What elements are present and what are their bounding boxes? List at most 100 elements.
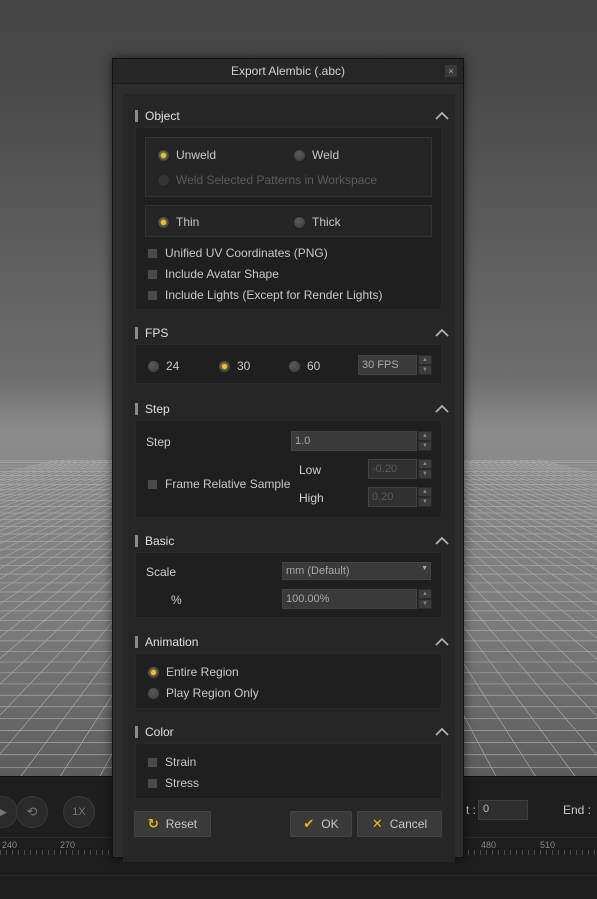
chevron-up-icon[interactable]: [434, 326, 450, 340]
checkbox-label: Include Lights (Except for Render Lights…: [165, 288, 383, 302]
radio-unweld[interactable]: Unweld: [157, 148, 216, 162]
section-header-basic[interactable]: Basic: [123, 530, 455, 552]
section-header-fps[interactable]: FPS: [123, 322, 455, 344]
high-value: 0.20: [368, 487, 417, 507]
section-header-color[interactable]: Color: [123, 721, 455, 743]
section-title: FPS: [145, 326, 169, 340]
checkbox-frame-relative[interactable]: Frame Relative Sample: [147, 477, 290, 491]
radio-thick[interactable]: Thick: [293, 215, 341, 229]
close-icon: ✕: [371, 816, 383, 831]
section-title: Animation: [145, 635, 199, 649]
divider: [0, 875, 597, 876]
ruler-tick-label: 240: [2, 840, 18, 850]
high-stepper: 0.20 ▲ ▼: [368, 487, 432, 507]
checkbox-label: Strain: [165, 755, 197, 769]
radio-label: 60: [307, 359, 321, 373]
chevron-up-icon[interactable]: [434, 534, 450, 548]
checkbox-unified-uv[interactable]: Unified UV Coordinates (PNG): [147, 246, 328, 260]
ruler-tick-label: 510: [540, 840, 556, 850]
percent-stepper[interactable]: 100.00% ▲ ▼: [282, 589, 432, 609]
chevron-up-icon[interactable]: [434, 635, 450, 649]
cancel-button[interactable]: ✕ Cancel: [357, 811, 442, 837]
fps-value[interactable]: 30 FPS: [358, 355, 417, 375]
radio-label: Weld: [312, 148, 340, 162]
checkbox-include-lights[interactable]: Include Lights (Except for Render Lights…: [147, 288, 382, 302]
arrow-down-icon[interactable]: ▼: [418, 365, 432, 375]
step-stepper[interactable]: 1.0 ▲ ▼: [291, 431, 432, 451]
radio-label: Thin: [176, 215, 200, 229]
start-label: t :: [466, 803, 477, 817]
chevron-down-icon: ▼: [421, 565, 428, 572]
radio-label: Unweld: [176, 148, 217, 162]
step-label: Step: [146, 435, 171, 449]
color-panel: [135, 743, 442, 799]
section-header-step[interactable]: Step: [123, 398, 455, 420]
export-alembic-dialog: Export Alembic (.abc) × Object Unweld We…: [112, 58, 464, 862]
arrow-down-icon[interactable]: ▼: [418, 599, 432, 609]
checkbox-label: Stress: [165, 776, 200, 790]
speed-button[interactable]: 1X: [63, 796, 95, 828]
arrow-up-icon[interactable]: ▲: [418, 355, 432, 365]
close-icon[interactable]: ×: [445, 65, 457, 77]
chevron-up-icon[interactable]: [434, 109, 450, 123]
arrow-down-icon: ▼: [418, 469, 432, 479]
reset-button[interactable]: ↻ Reset: [134, 811, 211, 837]
radio-label: Play Region Only: [166, 686, 259, 700]
start-frame-input[interactable]: 0: [478, 800, 528, 820]
percent-value[interactable]: 100.00%: [282, 589, 417, 609]
checkbox-include-avatar[interactable]: Include Avatar Shape: [147, 267, 279, 281]
percent-label: %: [171, 593, 182, 607]
arrow-up-icon[interactable]: ▲: [418, 431, 432, 441]
radio-weld[interactable]: Weld: [293, 148, 339, 162]
checkbox-label: Unified UV Coordinates (PNG): [165, 246, 328, 260]
step-value[interactable]: 1.0: [291, 431, 417, 451]
ruler-tick-label: 270: [60, 840, 76, 850]
chevron-up-icon[interactable]: [434, 402, 450, 416]
checkbox-strain[interactable]: Strain: [147, 755, 196, 769]
arrow-up-icon: ▲: [418, 487, 432, 497]
ok-button[interactable]: ✔ OK: [290, 811, 352, 837]
button-label: Cancel: [389, 817, 428, 831]
radio-label: Weld Selected Patterns in Workspace: [176, 173, 377, 187]
radio-weld-selected: Weld Selected Patterns in Workspace: [157, 173, 377, 187]
arrow-down-icon[interactable]: ▼: [418, 441, 432, 451]
dialog-content: Object Unweld Weld Weld Selected Pattern…: [123, 94, 455, 862]
arrow-up-icon: ▲: [418, 459, 432, 469]
chevron-up-icon[interactable]: [434, 725, 450, 739]
loop-icon[interactable]: ⟲: [16, 796, 48, 828]
section-title: Step: [145, 402, 170, 416]
radio-label: 24: [166, 359, 180, 373]
dialog-title: Export Alembic (.abc): [230, 64, 346, 78]
section-header-animation[interactable]: Animation: [123, 631, 455, 653]
dialog-title-bar[interactable]: Export Alembic (.abc) ×: [113, 59, 463, 84]
radio-label: 30: [237, 359, 251, 373]
checkbox-stress[interactable]: Stress: [147, 776, 199, 790]
check-icon: ✔: [303, 816, 315, 831]
radio-label: Entire Region: [166, 665, 239, 679]
low-stepper: -0.20 ▲ ▼: [368, 459, 432, 479]
scale-select[interactable]: mm (Default) ▼: [282, 562, 431, 580]
arrow-up-icon[interactable]: ▲: [418, 589, 432, 599]
section-title: Object: [145, 109, 180, 123]
button-label: OK: [321, 817, 339, 831]
fps-stepper[interactable]: 30 FPS ▲ ▼: [358, 355, 432, 375]
radio-play-region-only[interactable]: Play Region Only: [147, 686, 259, 700]
weld-group: [145, 137, 432, 197]
radio-fps-60[interactable]: 60: [288, 359, 320, 373]
arrow-down-icon: ▼: [418, 497, 432, 507]
radio-fps-24[interactable]: 24: [147, 359, 179, 373]
section-title: Basic: [145, 534, 175, 548]
low-value: -0.20: [368, 459, 417, 479]
radio-fps-30[interactable]: 30: [218, 359, 250, 373]
reset-icon: ↻: [147, 816, 159, 831]
scale-value: mm (Default): [286, 565, 350, 577]
radio-entire-region[interactable]: Entire Region: [147, 665, 239, 679]
ruler-tick-label: 480: [481, 840, 497, 850]
section-header-object[interactable]: Object: [123, 105, 455, 127]
radio-thin[interactable]: Thin: [157, 215, 199, 229]
animation-panel: [135, 653, 442, 709]
radio-label: Thick: [312, 215, 341, 229]
end-label: End :: [563, 803, 592, 817]
low-label: Low: [299, 463, 322, 477]
section-title: Color: [145, 725, 174, 739]
